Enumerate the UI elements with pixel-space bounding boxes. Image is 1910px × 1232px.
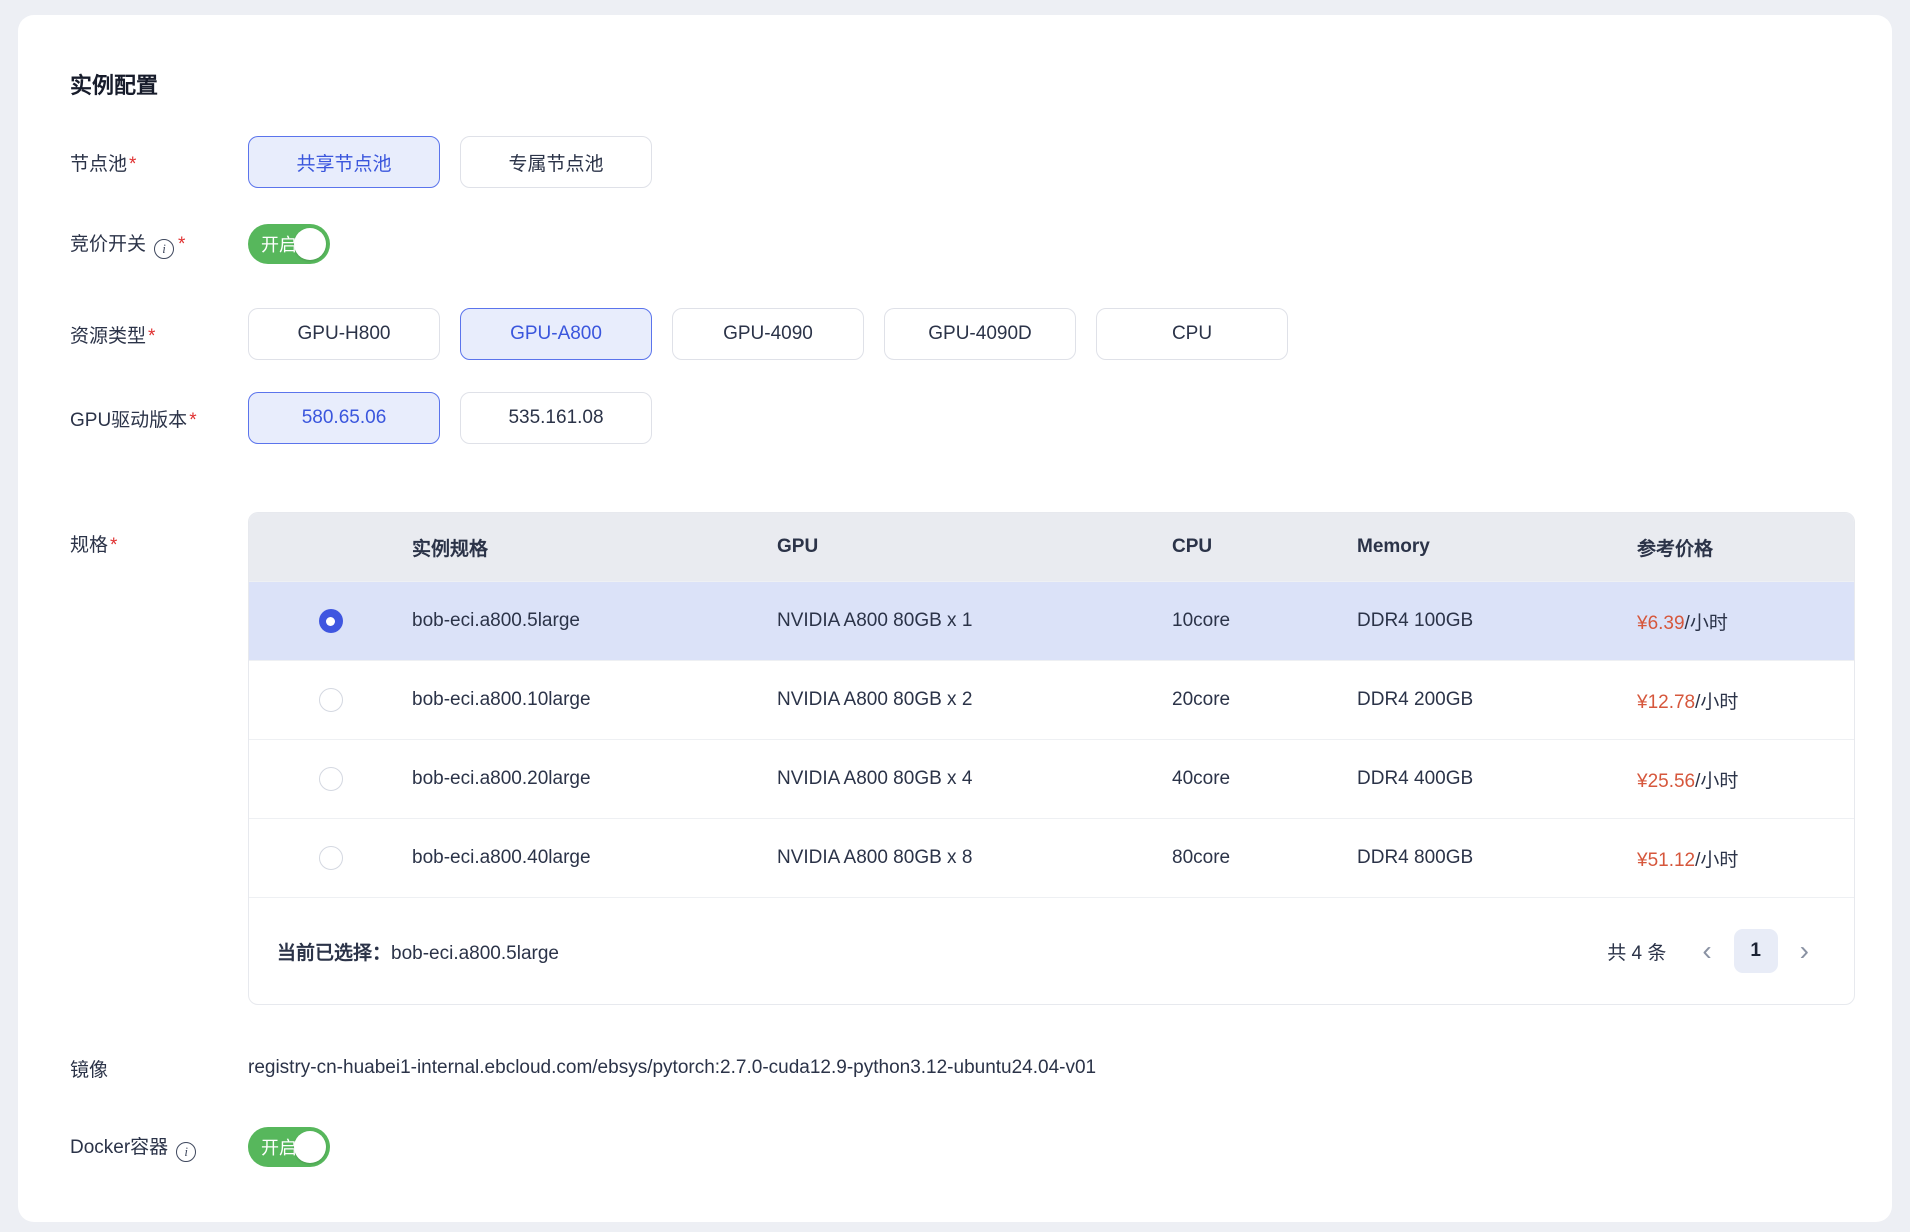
required-asterisk: * [178,234,185,255]
driver-option-535[interactable]: 535.161.08 [460,392,652,444]
cell-instance-spec: bob-eci.a800.40large [412,847,777,869]
price-value: ¥12.78 [1637,692,1695,713]
cell-cpu: 10core [1172,610,1357,632]
resource-type-label: 资源类型* [70,321,248,348]
cell-gpu: NVIDIA A800 80GB x 4 [777,768,1172,790]
toggle-knob-icon [294,228,326,260]
cell-gpu: NVIDIA A800 80GB x 8 [777,847,1172,869]
node-pool-row: 节点池* 共享节点池 专属节点池 [70,136,1892,188]
chevron-left-icon[interactable]: ‹ [1702,937,1711,965]
info-icon[interactable]: i [176,1142,196,1162]
header-gpu: GPU [777,536,1172,558]
total-count: 共 4 条 [1607,938,1666,965]
radio-cell [249,609,412,633]
cell-cpu: 40core [1172,768,1357,790]
spec-table: 实例规格 GPU CPU Memory 参考价格 bob-eci.a800.5l… [248,512,1855,1005]
header-memory: Memory [1357,536,1637,558]
toggle-knob-icon [294,1131,326,1163]
table-row[interactable]: bob-eci.a800.20large NVIDIA A800 80GB x … [249,739,1854,818]
header-cpu: CPU [1172,536,1357,558]
cell-price: ¥51.12/小时 [1637,845,1854,872]
spot-switch-row: 竞价开关i* 开启 [70,224,1892,264]
info-icon[interactable]: i [154,239,174,259]
current-selection-label: 当前已选择： [277,943,391,964]
required-asterisk: * [148,326,155,347]
docker-label: Docker容器i [70,1132,248,1162]
node-pool-option-dedicated[interactable]: 专属节点池 [460,136,652,188]
radio-cell [249,846,412,870]
cell-instance-spec: bob-eci.a800.20large [412,768,777,790]
cell-gpu: NVIDIA A800 80GB x 1 [777,610,1172,632]
chevron-right-icon[interactable]: › [1800,937,1809,965]
radio-icon[interactable] [319,767,343,791]
required-asterisk: * [129,154,136,175]
radio-selected-icon[interactable] [319,609,343,633]
required-asterisk: * [189,410,196,431]
gpu-driver-label: GPU驱动版本* [70,405,248,432]
cell-price: ¥6.39/小时 [1637,608,1854,635]
toggle-on-label: 开启 [261,1134,297,1160]
cell-price: ¥25.56/小时 [1637,766,1854,793]
required-asterisk: * [110,535,117,556]
gpu-driver-options: 580.65.06 535.161.08 [248,392,652,444]
node-pool-label: 节点池* [70,149,248,176]
image-value: registry-cn-huabei1-internal.ebcloud.com… [248,1057,1096,1079]
cell-memory: DDR4 200GB [1357,689,1637,711]
node-pool-options: 共享节点池 专属节点池 [248,136,652,188]
header-price: 参考价格 [1637,534,1854,561]
header-instance-spec: 实例规格 [412,534,777,561]
resource-option-cpu[interactable]: CPU [1096,308,1288,360]
spec-label: 规格* [70,512,248,557]
price-unit: /小时 [1695,692,1738,713]
page-title: 实例配置 [70,72,1892,100]
radio-icon[interactable] [319,688,343,712]
gpu-driver-row: GPU驱动版本* 580.65.06 535.161.08 [70,392,1892,444]
node-pool-option-shared[interactable]: 共享节点池 [248,136,440,188]
driver-option-580[interactable]: 580.65.06 [248,392,440,444]
cell-gpu: NVIDIA A800 80GB x 2 [777,689,1172,711]
spec-table-header: 实例规格 GPU CPU Memory 参考价格 [249,513,1854,581]
resource-option-gpu-4090[interactable]: GPU-4090 [672,308,864,360]
cell-price: ¥12.78/小时 [1637,687,1854,714]
radio-icon[interactable] [319,846,343,870]
resource-option-gpu-4090d[interactable]: GPU-4090D [884,308,1076,360]
spot-switch-toggle[interactable]: 开启 [248,224,330,264]
cell-memory: DDR4 100GB [1357,610,1637,632]
price-value: ¥25.56 [1637,771,1695,792]
image-label: 镜像 [70,1055,248,1082]
cell-memory: DDR4 800GB [1357,847,1637,869]
cell-instance-spec: bob-eci.a800.10large [412,689,777,711]
price-unit: /小时 [1685,613,1728,634]
cell-memory: DDR4 400GB [1357,768,1637,790]
table-row[interactable]: bob-eci.a800.5large NVIDIA A800 80GB x 1… [249,581,1854,660]
instance-config-card: 实例配置 节点池* 共享节点池 专属节点池 竞价开关i* 开启 资源类型* GP… [18,15,1892,1222]
docker-toggle[interactable]: 开启 [248,1127,330,1167]
cell-cpu: 80core [1172,847,1357,869]
toggle-on-label: 开启 [261,231,297,257]
price-value: ¥51.12 [1637,850,1695,871]
price-unit: /小时 [1695,771,1738,792]
resource-type-row: 资源类型* GPU-H800 GPU-A800 GPU-4090 GPU-409… [70,308,1892,360]
radio-cell [249,688,412,712]
radio-cell [249,767,412,791]
cell-instance-spec: bob-eci.a800.5large [412,610,777,632]
current-selection-value: bob-eci.a800.5large [391,943,559,964]
image-row: 镜像 registry-cn-huabei1-internal.ebcloud.… [70,1055,1892,1081]
price-unit: /小时 [1695,850,1738,871]
page-number-button[interactable]: 1 [1734,929,1778,973]
price-value: ¥6.39 [1637,613,1685,634]
current-selection: 当前已选择：bob-eci.a800.5large [277,938,559,965]
spec-table-footer: 当前已选择：bob-eci.a800.5large 共 4 条 ‹ 1 › [249,897,1854,1004]
pagination: 共 4 条 ‹ 1 › [1607,929,1809,973]
docker-row: Docker容器i 开启 [70,1127,1892,1167]
resource-type-options: GPU-H800 GPU-A800 GPU-4090 GPU-4090D CPU [248,308,1288,360]
cell-cpu: 20core [1172,689,1357,711]
resource-option-gpu-h800[interactable]: GPU-H800 [248,308,440,360]
spec-row: 规格* 实例规格 GPU CPU Memory 参考价格 bob-eci.a80… [70,512,1892,1005]
table-row[interactable]: bob-eci.a800.40large NVIDIA A800 80GB x … [249,818,1854,897]
spot-switch-label: 竞价开关i* [70,229,248,259]
table-row[interactable]: bob-eci.a800.10large NVIDIA A800 80GB x … [249,660,1854,739]
resource-option-gpu-a800[interactable]: GPU-A800 [460,308,652,360]
